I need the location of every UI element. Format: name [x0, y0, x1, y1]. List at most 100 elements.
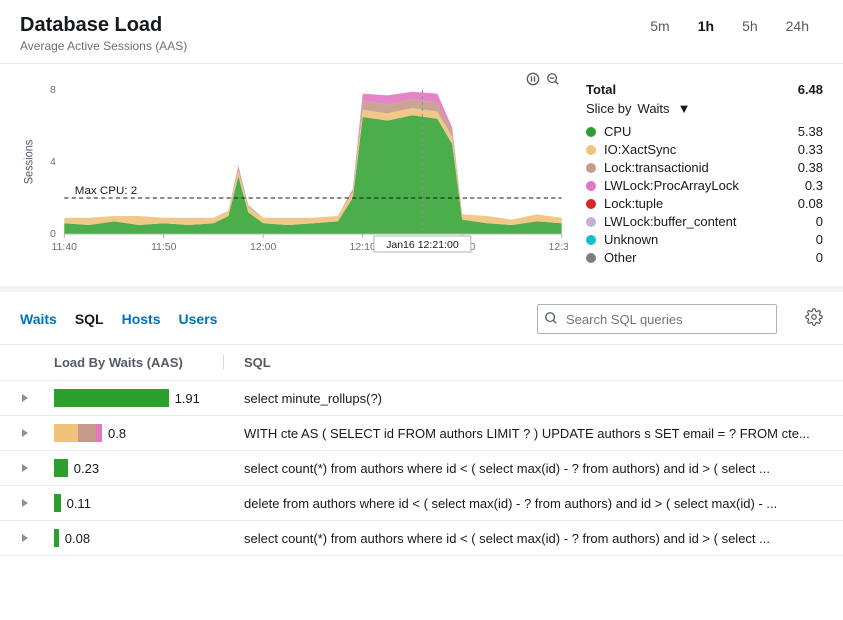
svg-text:12:00: 12:00 — [250, 242, 277, 253]
time-range-picker: 5m 1h 5h 24h — [650, 14, 823, 34]
legend-item[interactable]: Other0 — [586, 250, 823, 265]
legend-label: Lock:transactionid — [604, 160, 798, 175]
slice-by-value: Waits — [638, 101, 670, 116]
legend-label: Unknown — [604, 232, 816, 247]
legend-value: 0 — [816, 214, 823, 229]
chart-controls — [526, 72, 560, 91]
table-row: 0.8 WITH cte AS ( SELECT id FROM authors … — [0, 416, 843, 451]
legend-swatch — [586, 181, 596, 191]
svg-text:Sessions: Sessions — [23, 139, 35, 184]
expand-toggle[interactable] — [20, 426, 54, 441]
legend-swatch — [586, 199, 596, 209]
legend-value: 0.3 — [805, 178, 823, 193]
range-5m[interactable]: 5m — [650, 18, 669, 34]
legend-value: 5.38 — [798, 124, 823, 139]
svg-text:11:40: 11:40 — [51, 242, 77, 253]
legend-total-row: Total 6.48 — [586, 82, 823, 97]
legend-item[interactable]: CPU5.38 — [586, 124, 823, 139]
legend-label: LWLock:buffer_content — [604, 214, 816, 229]
load-chart[interactable]: 048SessionsMax CPU: 211:4011:5012:0012:1… — [20, 82, 568, 262]
load-value: 0.11 — [67, 496, 91, 511]
table-row: 0.23select count(*) from authors where i… — [0, 451, 843, 486]
svg-text:8: 8 — [50, 85, 56, 96]
pause-icon[interactable] — [526, 72, 540, 91]
search-icon — [544, 311, 558, 330]
load-cell: 0.8 — [54, 424, 224, 442]
svg-text:11:50: 11:50 — [151, 242, 177, 253]
load-value: 1.91 — [175, 391, 200, 406]
legend-value: 0 — [816, 232, 823, 247]
table-row: 0.11 delete from authors where id < ( sel… — [0, 486, 843, 521]
sql-text: WITH cte AS ( SELECT id FROM authors LIM… — [224, 426, 823, 441]
legend-value: 0.08 — [798, 196, 823, 211]
sql-text: select count(*) from authors where id < … — [224, 461, 823, 476]
slice-by-label: Slice by — [586, 101, 632, 116]
load-bar — [54, 424, 102, 442]
legend-label: LWLock:ProcArrayLock — [604, 178, 805, 193]
chart-panel: 048SessionsMax CPU: 211:4011:5012:0012:1… — [20, 82, 568, 268]
svg-text:0: 0 — [50, 229, 56, 240]
svg-text:4: 4 — [50, 157, 56, 168]
tab-waits[interactable]: Waits — [20, 311, 57, 327]
legend-value: 0.38 — [798, 160, 823, 175]
range-24h[interactable]: 24h — [786, 18, 809, 34]
svg-text:12:30: 12:30 — [548, 242, 568, 253]
sql-text: select minute_rollups(?) — [224, 391, 823, 406]
load-bar — [54, 389, 169, 407]
legend-value: 0 — [816, 250, 823, 265]
search-wrap — [537, 304, 777, 334]
search-input[interactable] — [537, 304, 777, 334]
legend-item[interactable]: LWLock:buffer_content0 — [586, 214, 823, 229]
legend-item[interactable]: Unknown0 — [586, 232, 823, 247]
slice-by-select[interactable]: Waits ▼ — [638, 101, 691, 116]
load-cell: 1.91 — [54, 389, 224, 407]
legend-item[interactable]: Lock:tuple0.08 — [586, 196, 823, 211]
load-value: 0.8 — [108, 426, 126, 441]
legend-item[interactable]: LWLock:ProcArrayLock0.3 — [586, 178, 823, 193]
sql-text: delete from authors where id < ( select … — [224, 496, 823, 511]
table-row: 1.91 select minute_rollups(?) — [0, 381, 843, 416]
col-sql[interactable]: SQL — [224, 355, 271, 370]
legend-label: CPU — [604, 124, 798, 139]
legend-item[interactable]: IO:XactSync0.33 — [586, 142, 823, 157]
chart-row: 048SessionsMax CPU: 211:4011:5012:0012:1… — [0, 64, 843, 278]
expand-toggle[interactable] — [20, 531, 54, 546]
expand-toggle[interactable] — [20, 461, 54, 476]
gear-icon[interactable] — [805, 308, 823, 331]
legend-swatch — [586, 235, 596, 245]
svg-text:12:10: 12:10 — [350, 242, 377, 253]
legend-total-label: Total — [586, 82, 616, 97]
table-row: 0.08 select count(*) from authors where i… — [0, 521, 843, 556]
header-left: Database Load Average Active Sessions (A… — [20, 14, 650, 53]
legend-swatch — [586, 163, 596, 173]
legend-value: 0.33 — [798, 142, 823, 157]
expand-toggle[interactable] — [20, 496, 54, 511]
tab-sql[interactable]: SQL — [75, 311, 104, 327]
sql-text: select count(*) from authors where id < … — [224, 531, 823, 546]
table-head: Load By Waits (AAS) SQL — [0, 344, 843, 381]
slice-by-row: Slice by Waits ▼ — [586, 101, 823, 116]
load-cell: 0.23 — [54, 459, 224, 477]
page-title: Database Load — [20, 14, 650, 37]
range-5h[interactable]: 5h — [742, 18, 758, 34]
legend: Total 6.48 Slice by Waits ▼ CPU5.38IO:Xa… — [568, 82, 823, 268]
legend-label: IO:XactSync — [604, 142, 798, 157]
load-bar — [54, 529, 59, 547]
header: Database Load Average Active Sessions (A… — [0, 0, 843, 64]
legend-swatch — [586, 253, 596, 263]
expand-toggle[interactable] — [20, 391, 54, 406]
tab-hosts[interactable]: Hosts — [122, 311, 161, 327]
legend-item[interactable]: Lock:transactionid0.38 — [586, 160, 823, 175]
legend-swatch — [586, 145, 596, 155]
zoom-out-icon[interactable] — [546, 72, 560, 91]
load-cell: 0.08 — [54, 529, 224, 547]
range-1h[interactable]: 1h — [698, 18, 714, 34]
load-bar — [54, 459, 68, 477]
tabs: Waits SQL Hosts Users — [20, 311, 217, 327]
svg-text:Jan16 12:21:00: Jan16 12:21:00 — [386, 240, 459, 251]
chevron-down-icon: ▼ — [678, 101, 691, 116]
legend-label: Lock:tuple — [604, 196, 798, 211]
col-load[interactable]: Load By Waits (AAS) — [54, 355, 224, 370]
load-value: 0.08 — [65, 531, 90, 546]
tab-users[interactable]: Users — [179, 311, 218, 327]
